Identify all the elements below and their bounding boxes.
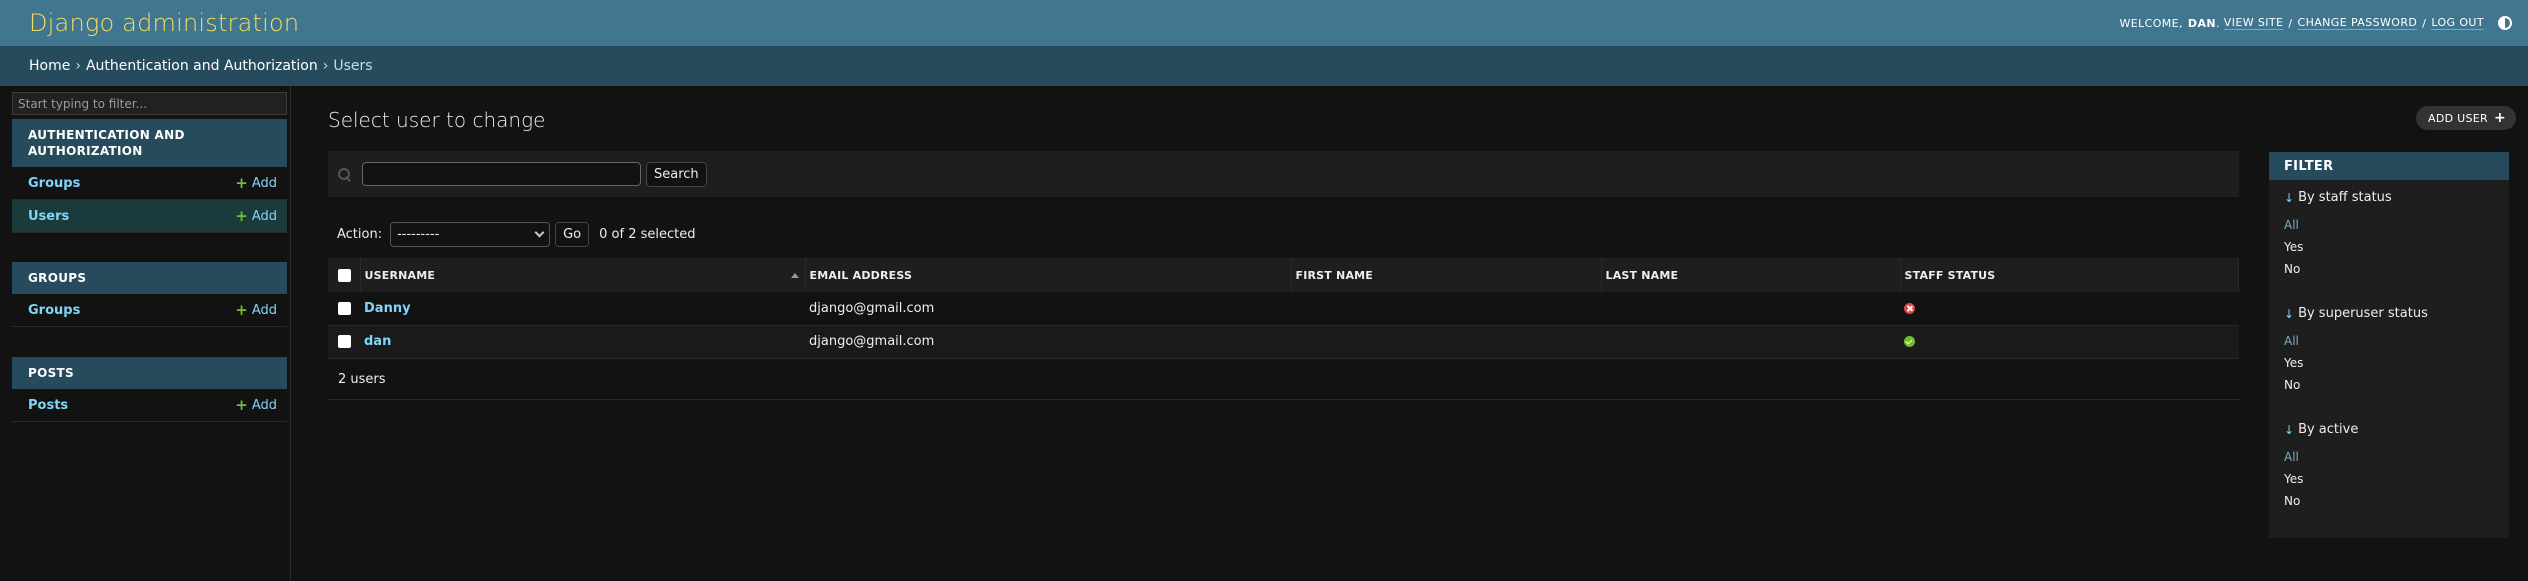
breadcrumb-current: Users xyxy=(333,58,373,74)
search-icon xyxy=(337,167,351,181)
action-counter: 0 of 2 selected xyxy=(599,227,696,242)
username-text: DAN xyxy=(2187,16,2216,30)
theme-toggle-icon[interactable] xyxy=(2498,16,2512,30)
table-header-row: USERNAME EMAIL ADDRESS FIRST NAME LAST N… xyxy=(328,258,2239,292)
filter-option-yes[interactable]: Yes xyxy=(2284,468,2509,490)
app-module-auth: AUTHENTICATION AND AUTHORIZATION Groups … xyxy=(12,119,287,233)
last-name-cell xyxy=(1601,292,1900,326)
changelist-filter: FILTER ↓ By staff status All Yes No ↓ By s… xyxy=(2269,152,2509,538)
add-groups-link[interactable]: + Add xyxy=(235,300,277,319)
plus-icon: + xyxy=(235,300,248,319)
add-groups-link[interactable]: + Add xyxy=(235,173,277,192)
sidebar-item-groups: Groups + Add xyxy=(12,294,287,327)
chevron-down-icon xyxy=(534,227,545,238)
sort-arrow-icon[interactable] xyxy=(790,272,799,278)
filter-option-no[interactable]: No xyxy=(2284,490,2509,512)
table-row: Danny django@gmail.com xyxy=(328,292,2239,326)
filter-option-no[interactable]: No xyxy=(2284,258,2509,280)
app-caption-auth[interactable]: AUTHENTICATION AND AUTHORIZATION xyxy=(12,119,287,167)
column-staff-status[interactable]: STAFF STATUS xyxy=(1900,258,2239,292)
arrow-down-icon: ↓ xyxy=(2284,422,2295,437)
email-cell: django@gmail.com xyxy=(805,325,1291,359)
plus-icon: + xyxy=(2494,110,2507,126)
action-select[interactable]: --------- xyxy=(390,222,551,247)
select-all-header xyxy=(328,258,361,292)
app-caption-posts[interactable]: POSTS xyxy=(12,357,287,389)
filter-option-no[interactable]: No xyxy=(2284,374,2509,396)
add-users-link[interactable]: + Add xyxy=(235,206,277,225)
first-name-cell xyxy=(1291,292,1601,326)
filter-option-yes[interactable]: Yes xyxy=(2284,236,2509,258)
row-checkbox[interactable] xyxy=(338,335,351,348)
sidebar-item-label[interactable]: Groups xyxy=(28,303,80,318)
action-label: Action: xyxy=(337,227,383,242)
search-input[interactable] xyxy=(362,162,641,186)
sidebar-item-posts: Posts + Add xyxy=(12,389,287,422)
filter-title[interactable]: ↓ By active xyxy=(2284,422,2509,437)
plus-icon: + xyxy=(235,173,248,192)
filter-option-all[interactable]: All xyxy=(2284,214,2509,236)
search-toolbar: Search xyxy=(328,151,2239,197)
breadcrumb-app[interactable]: Authentication and Authorization xyxy=(86,58,318,74)
plus-icon: + xyxy=(235,206,248,225)
header: Django administration WELCOME, DAN. VIEW… xyxy=(0,0,2528,46)
arrow-down-icon: ↓ xyxy=(2284,190,2295,205)
view-site-link[interactable]: VIEW SITE xyxy=(2223,16,2284,30)
filter-heading: FILTER xyxy=(2269,152,2509,180)
filter-option-all[interactable]: All xyxy=(2284,330,2509,352)
sidebar-item-users: Users + Add xyxy=(12,200,287,233)
arrow-down-icon: ↓ xyxy=(2284,306,2295,321)
first-name-cell xyxy=(1291,325,1601,359)
table-row: dan django@gmail.com xyxy=(328,325,2239,359)
sidebar-item-label[interactable]: Users xyxy=(28,209,69,224)
column-first-name[interactable]: FIRST NAME xyxy=(1291,258,1602,292)
nav-sidebar: AUTHENTICATION AND AUTHORIZATION Groups … xyxy=(0,86,291,581)
row-checkbox[interactable] xyxy=(338,301,351,315)
column-username[interactable]: USERNAME xyxy=(360,258,806,292)
filter-option-yes[interactable]: Yes xyxy=(2284,352,2509,374)
log-out-link[interactable]: LOG OUT xyxy=(2431,16,2484,30)
filter-option-all[interactable]: All xyxy=(2284,446,2509,468)
sidebar-item-label[interactable]: Groups xyxy=(28,176,80,191)
go-button[interactable]: Go xyxy=(555,222,590,247)
last-name-cell xyxy=(1601,325,1900,359)
page-title: Select user to change xyxy=(328,108,546,132)
actions-bar: Action: --------- Go 0 of 2 selected xyxy=(337,222,695,247)
filter-group-staff: ↓ By staff status All Yes No xyxy=(2269,180,2509,280)
yes-icon xyxy=(1904,336,1915,347)
paginator: 2 users xyxy=(328,360,2239,400)
breadcrumb-separator: › xyxy=(322,58,329,74)
no-icon xyxy=(1904,302,1915,314)
breadcrumb-separator: › xyxy=(75,58,81,74)
separator: / xyxy=(2422,16,2427,30)
username-link[interactable]: Danny xyxy=(364,301,411,316)
separator: / xyxy=(2288,16,2293,30)
user-tools: WELCOME, DAN. VIEW SITE / CHANGE PASSWOR… xyxy=(2119,16,2512,30)
plus-icon: + xyxy=(235,395,248,414)
nav-filter-input[interactable] xyxy=(12,92,287,115)
result-list-table: USERNAME EMAIL ADDRESS FIRST NAME LAST N… xyxy=(328,258,2239,359)
filter-group-superuser: ↓ By superuser status All Yes No xyxy=(2269,280,2509,396)
breadcrumb-home[interactable]: Home xyxy=(29,58,70,74)
app-module-posts: POSTS Posts + Add xyxy=(12,357,287,422)
search-button[interactable]: Search xyxy=(646,161,707,187)
add-posts-link[interactable]: + Add xyxy=(235,395,277,414)
filter-group-active: ↓ By active All Yes No xyxy=(2269,396,2509,512)
sidebar-item-label[interactable]: Posts xyxy=(28,398,68,413)
change-password-link[interactable]: CHANGE PASSWORD xyxy=(2297,16,2418,30)
username-link[interactable]: dan xyxy=(364,334,391,349)
filter-title[interactable]: ↓ By superuser status xyxy=(2284,306,2509,321)
welcome-text: WELCOME, xyxy=(2119,16,2183,30)
app-caption-groups[interactable]: GROUPS xyxy=(12,262,287,294)
filter-title[interactable]: ↓ By staff status xyxy=(2284,190,2509,205)
email-cell: django@gmail.com xyxy=(805,292,1291,326)
column-email[interactable]: EMAIL ADDRESS xyxy=(805,258,1292,292)
column-last-name[interactable]: LAST NAME xyxy=(1601,258,1901,292)
sidebar-item-groups: Groups + Add xyxy=(12,167,287,200)
site-name[interactable]: Django administration xyxy=(29,9,299,37)
app-module-groups: GROUPS Groups + Add xyxy=(12,262,287,327)
add-user-button[interactable]: ADD USER + xyxy=(2416,106,2517,130)
select-all-checkbox[interactable] xyxy=(338,268,351,282)
breadcrumb: Home › Authentication and Authorization … xyxy=(0,46,2528,86)
